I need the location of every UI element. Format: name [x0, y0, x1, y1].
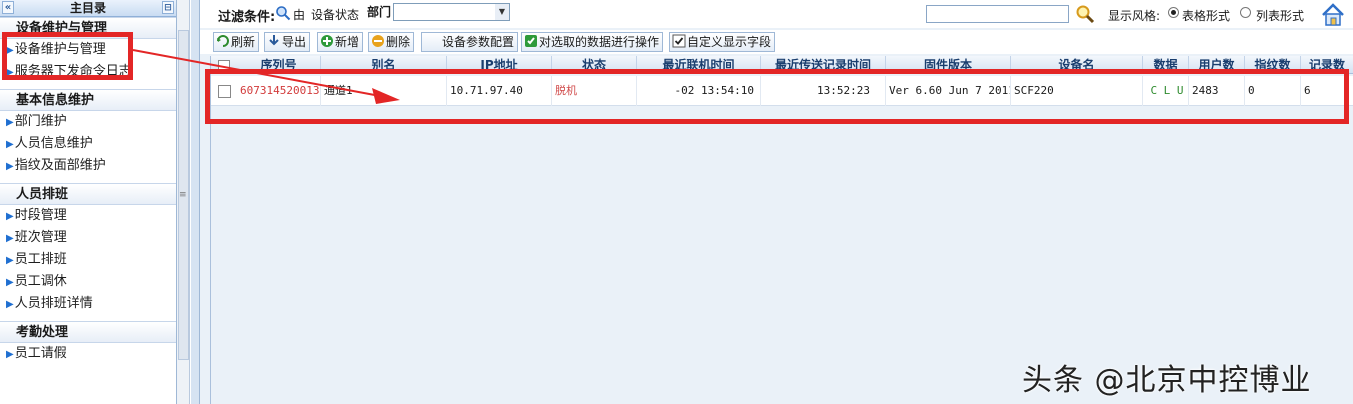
- sidebar-scrollbar[interactable]: ≡: [177, 0, 190, 404]
- magnifier-icon[interactable]: [275, 5, 291, 21]
- arrow-right-icon: ▶: [6, 161, 14, 172]
- filter-by-text: 由: [293, 8, 306, 22]
- arrow-right-icon: ▶: [6, 277, 14, 288]
- sidebar-item-department[interactable]: ▶部门维护: [0, 111, 176, 133]
- annotation-box-sidebar: [2, 32, 133, 80]
- filter-label: 过滤条件:: [218, 10, 276, 25]
- filter-bar: 过滤条件: 由 设备状态 部门 ▼ 显示风格: 表格形式 列表形式: [200, 0, 1353, 28]
- refresh-icon: [217, 35, 229, 47]
- add-button[interactable]: 新增: [317, 32, 364, 52]
- radio-list-view-label[interactable]: 列表形式: [1256, 7, 1304, 24]
- sidebar-item-label: 时段管理: [14, 208, 67, 223]
- home-icon[interactable]: [1320, 2, 1346, 28]
- sidebar-item-time-off[interactable]: ▶员工调休: [0, 271, 176, 293]
- pin-icon[interactable]: ⊟: [162, 1, 174, 14]
- custom-fields-button[interactable]: 自定义显示字段: [669, 32, 776, 52]
- search-icon[interactable]: [1075, 4, 1095, 24]
- main-panel: 过滤条件: 由 设备状态 部门 ▼ 显示风格: 表格形式 列表形式 刷新 导出 …: [200, 0, 1353, 404]
- arrow-right-icon: ▶: [6, 233, 14, 244]
- sidebar-item-label: 员工调休: [14, 274, 67, 289]
- pane-splitter[interactable]: [191, 0, 200, 404]
- filter-device-status-link[interactable]: 设备状态: [311, 6, 359, 23]
- section-scheduling[interactable]: 人员排班: [0, 183, 176, 205]
- radio-table-view[interactable]: [1168, 7, 1179, 18]
- arrow-right-icon: ▶: [6, 299, 14, 310]
- chevron-down-icon[interactable]: ▼: [495, 4, 509, 20]
- department-select[interactable]: ▼: [393, 3, 510, 21]
- sidebar-item-fingerprint-face[interactable]: ▶指纹及面部维护: [0, 155, 176, 177]
- arrow-right-icon: ▶: [6, 117, 14, 128]
- radio-list-view[interactable]: [1240, 7, 1251, 18]
- sidebar-item-label: 班次管理: [14, 230, 67, 245]
- arrow-right-icon: ▶: [6, 349, 14, 360]
- sidebar-item-employee-scheduling[interactable]: ▶员工排班: [0, 249, 176, 271]
- checkbox-icon: [672, 34, 686, 48]
- arrow-right-icon: ▶: [6, 211, 14, 222]
- arrow-right-icon: ▶: [6, 139, 14, 150]
- batch-operation-button[interactable]: 对选取的数据进行操作: [521, 32, 664, 52]
- sidebar-item-label: 部门维护: [14, 114, 67, 129]
- radio-table-view-label[interactable]: 表格形式: [1182, 7, 1230, 24]
- delete-label: 删除: [386, 35, 411, 49]
- sidebar-item-label: 指纹及面部维护: [14, 158, 106, 173]
- delete-button[interactable]: 删除: [368, 32, 415, 52]
- add-label: 新增: [335, 35, 360, 49]
- refresh-label: 刷新: [231, 35, 256, 49]
- grip-icon: ≡: [179, 190, 187, 200]
- export-icon: [269, 35, 279, 46]
- sidebar-item-leave[interactable]: ▶员工请假: [0, 343, 176, 365]
- sidebar-item-personnel[interactable]: ▶人员信息维护: [0, 133, 176, 155]
- sidebar-item-shifts[interactable]: ▶班次管理: [0, 227, 176, 249]
- refresh-button[interactable]: 刷新: [213, 32, 260, 52]
- arrow-right-icon: ▶: [6, 255, 14, 266]
- annotation-box-row: [205, 69, 1349, 124]
- export-label: 导出: [282, 35, 307, 49]
- section-basic-info[interactable]: 基本信息维护: [0, 89, 176, 111]
- sidebar-item-label: 人员排班详情: [14, 296, 93, 311]
- batch-operation-label: 对选取的数据进行操作: [539, 35, 660, 49]
- delete-icon: [372, 35, 384, 47]
- sidebar-title: 主目录: [69, 1, 106, 15]
- batch-icon: [525, 35, 537, 47]
- sidebar-header: « 主目录 ⊟: [0, 0, 176, 17]
- search-input[interactable]: [926, 5, 1069, 23]
- sidebar-item-time-slots[interactable]: ▶时段管理: [0, 205, 176, 227]
- collapse-sidebar-icon[interactable]: «: [2, 1, 14, 14]
- custom-fields-label: 自定义显示字段: [687, 35, 772, 49]
- watermark: 头条 @北京中控博业: [1022, 363, 1312, 398]
- add-icon: [321, 35, 333, 47]
- device-params-label: 设备参数配置: [442, 35, 515, 49]
- view-style-label: 显示风格:: [1108, 9, 1161, 23]
- filter-dept-label: 部门: [367, 5, 392, 19]
- toolbar: 刷新 导出 新增 删除 设备参数配置 对选取的数据进行操作 自定义显示字段: [200, 30, 1353, 54]
- section-attendance[interactable]: 考勤处理: [0, 321, 176, 343]
- device-params-button[interactable]: 设备参数配置: [421, 32, 519, 52]
- sidebar-item-label: 人员信息维护: [14, 136, 93, 151]
- sidebar-item-schedule-details[interactable]: ▶人员排班详情: [0, 293, 176, 315]
- export-button[interactable]: 导出: [264, 32, 311, 52]
- sidebar-item-label: 员工排班: [14, 252, 67, 267]
- sidebar-item-label: 员工请假: [14, 346, 67, 361]
